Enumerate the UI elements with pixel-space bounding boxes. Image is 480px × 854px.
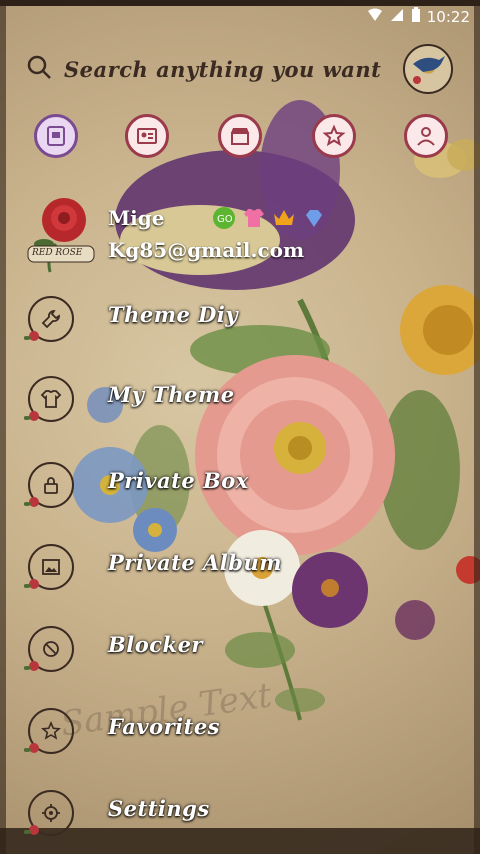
rose-decoration-icon: [24, 579, 39, 589]
menu-item-theme-diy[interactable]: Theme Diy: [24, 292, 466, 352]
profile-section[interactable]: RED ROSE Mige GO Kg85@gmail.com: [20, 192, 460, 282]
rose-decoration-icon: [24, 743, 39, 753]
profile-quick-button[interactable]: [404, 114, 448, 158]
rose-decoration-icon: [24, 825, 39, 835]
rose-label: RED ROSE: [32, 248, 83, 258]
crown-icon: [272, 206, 296, 230]
go-icon: GO: [212, 206, 236, 230]
swallow-icon: [413, 56, 445, 84]
menu-item-favorites[interactable]: Favorites: [24, 704, 466, 764]
sms-icon: [47, 126, 65, 146]
store-button[interactable]: [218, 114, 262, 158]
profile-email: Kg85@gmail.com: [108, 238, 305, 262]
menu-item-blocker[interactable]: Blocker: [24, 622, 466, 682]
swallow-avatar-button[interactable]: [403, 44, 453, 94]
menu-label-private-box: Private Box: [108, 468, 249, 493]
rose-decoration-icon: [24, 497, 39, 507]
profile-name: Mige: [108, 206, 165, 230]
menu-label-blocker: Blocker: [108, 632, 203, 657]
shirt-icon: [242, 206, 266, 230]
quick-actions-row: [0, 114, 480, 160]
status-time: 10:22: [426, 8, 470, 26]
profile-badges: GO: [212, 206, 326, 230]
menu-label-settings: Settings: [108, 796, 210, 821]
menu-item-my-theme[interactable]: My Theme: [24, 372, 466, 432]
person-icon: [417, 127, 435, 146]
star-icon: [322, 124, 346, 147]
menu-item-private-box[interactable]: Private Box: [24, 458, 466, 518]
svg-text:GO: GO: [217, 214, 233, 225]
menu-label-theme-diy: Theme Diy: [108, 302, 239, 327]
rose-decoration-icon: [24, 661, 39, 671]
signal-icon: [389, 8, 405, 26]
menu-item-private-album[interactable]: Private Album: [24, 540, 466, 600]
sms-button[interactable]: [34, 114, 78, 158]
search-placeholder: Search anything you want: [64, 56, 382, 82]
store-icon: [231, 128, 249, 145]
menu-label-favorites: Favorites: [108, 714, 221, 739]
red-rose-avatar[interactable]: RED ROSE: [26, 192, 102, 282]
rose-decoration-icon: [24, 411, 39, 421]
diamond-icon: [302, 206, 326, 230]
contact-card-icon: [137, 128, 157, 144]
rose-decoration-icon: [24, 331, 39, 341]
favorites-quick-button[interactable]: [312, 114, 356, 158]
battery-icon: [411, 7, 421, 27]
wifi-icon: [367, 8, 383, 26]
search-icon: [26, 54, 52, 84]
menu-label-my-theme: My Theme: [108, 382, 235, 407]
search-bar[interactable]: Search anything you want: [26, 48, 406, 90]
menu-label-private-album: Private Album: [108, 550, 282, 575]
contacts-button[interactable]: [125, 114, 169, 158]
menu-item-settings[interactable]: Settings: [24, 786, 466, 846]
status-bar: 10:22: [0, 0, 480, 34]
